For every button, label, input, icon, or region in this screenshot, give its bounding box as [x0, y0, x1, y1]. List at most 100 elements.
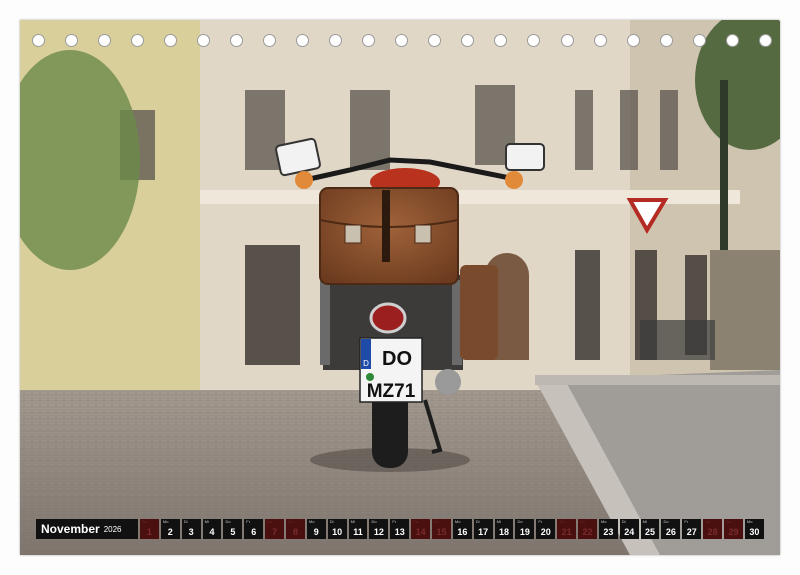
plate-line-1: DO: [382, 348, 412, 370]
weekday-abbrev: So: [142, 519, 147, 524]
binding-hole: [494, 34, 508, 47]
calendar-day: Sa 28: [703, 519, 723, 539]
day-number: 11: [353, 527, 363, 537]
calendar-day: Mi 25: [640, 519, 660, 539]
weekday-abbrev: Do: [517, 519, 523, 524]
binding-holes: [32, 34, 772, 50]
day-number: 4: [209, 527, 215, 537]
day-number: 5: [230, 527, 236, 537]
street-scene-illustration: D DO MZ71: [20, 20, 780, 555]
weekday-abbrev: Mi: [642, 519, 647, 524]
day-number: 15: [436, 527, 447, 537]
weekday-abbrev: Mi: [350, 519, 355, 524]
weekday-abbrev: Mi: [496, 519, 501, 524]
day-number: 9: [313, 527, 319, 537]
month-label: November 2026: [36, 519, 138, 539]
day-number: 20: [540, 527, 551, 537]
weekday-abbrev: Di: [621, 519, 626, 524]
weekday-abbrev: Do: [663, 519, 669, 524]
calendar-day: Sa 21: [557, 519, 577, 539]
binding-hole: [263, 34, 277, 47]
day-number: 21: [561, 527, 572, 537]
day-number: 17: [478, 527, 489, 537]
weekday-abbrev: Fr: [246, 519, 251, 524]
calendar-day: Mo 16: [452, 519, 472, 539]
binding-hole: [362, 34, 376, 47]
calendar-day: Do 19: [515, 519, 535, 539]
calendar-day: Di 3: [181, 519, 201, 539]
binding-hole: [230, 34, 244, 47]
binding-hole: [527, 34, 541, 47]
calendar-day: So 8: [286, 519, 305, 539]
day-number: 7: [272, 527, 278, 537]
weekday-abbrev: Di: [329, 519, 334, 524]
calendar-day: Mo 30: [744, 519, 764, 539]
weekday-abbrev: Mo: [308, 519, 315, 524]
calendar-day: Mo 9: [306, 519, 326, 539]
binding-hole: [164, 34, 178, 47]
weekday-abbrev: So: [580, 519, 585, 524]
weekday-abbrev: So: [288, 519, 293, 524]
day-number: 2: [167, 527, 173, 537]
day-number: 10: [332, 527, 343, 537]
binding-hole: [131, 34, 145, 47]
binding-hole: [626, 34, 640, 47]
day-number: 19: [519, 527, 530, 537]
weekday-abbrev: Do: [225, 519, 231, 524]
weekday-abbrev: Di: [475, 519, 480, 524]
weekday-abbrev: Mo: [600, 519, 607, 524]
binding-hole: [461, 34, 475, 47]
weekday-abbrev: Mo: [454, 519, 461, 524]
binding-hole: [32, 34, 45, 47]
day-number: 28: [707, 527, 718, 537]
day-number: 13: [394, 527, 405, 537]
binding-hole: [560, 34, 574, 47]
calendar-day: So 29: [724, 519, 743, 539]
day-number: 14: [415, 527, 426, 537]
weekday-abbrev: Sa: [559, 519, 565, 524]
weekday-abbrev: Di: [183, 519, 188, 524]
month-year: 2026: [103, 524, 122, 534]
license-plate: D DO MZ71: [359, 337, 423, 403]
binding-hole: [296, 34, 310, 47]
calendar-day: Mi 11: [348, 519, 368, 539]
weekday-abbrev: Fr: [392, 519, 397, 524]
weekday-abbrev: Fr: [538, 519, 543, 524]
calendar-day: So 15: [432, 519, 451, 539]
calendar-day: Mi 18: [494, 519, 514, 539]
calendar-day: Mi 4: [202, 519, 222, 539]
weekday-abbrev: Sa: [705, 519, 711, 524]
day-number: 23: [603, 527, 614, 537]
calendar-day: Do 5: [223, 519, 243, 539]
calendar-day: Fr 6: [244, 519, 264, 539]
day-number: 6: [251, 527, 257, 537]
calendar-day: Sa 7: [265, 519, 285, 539]
calendar-day: So 22: [578, 519, 597, 539]
binding-hole: [692, 34, 706, 47]
binding-hole: [593, 34, 607, 47]
day-number: 26: [665, 527, 676, 537]
month-name: November: [41, 522, 100, 536]
day-number: 29: [728, 527, 739, 537]
day-number: 22: [582, 527, 593, 537]
calendar-day: Mo 2: [160, 519, 180, 539]
calendar-day: Di 24: [619, 519, 639, 539]
day-number: 1: [146, 527, 152, 537]
day-number: 25: [645, 527, 656, 537]
calendar-page: D DO MZ71 November 2026 So 1 Mo 2 Di 3 Mi 4 Do 5 F…: [0, 0, 800, 575]
binding-hole: [758, 34, 772, 47]
calendar-day: Di 17: [473, 519, 493, 539]
calendar-day: Sa 14: [411, 519, 431, 539]
binding-hole: [65, 34, 79, 47]
day-number: 12: [373, 527, 384, 537]
weekday-abbrev: Mo: [746, 519, 753, 524]
weekday-abbrev: Fr: [684, 519, 689, 524]
day-number: 27: [686, 527, 697, 537]
binding-hole: [98, 34, 112, 47]
day-number: 3: [188, 527, 194, 537]
weekday-abbrev: Sa: [267, 519, 273, 524]
calendar-day: Do 26: [661, 519, 681, 539]
binding-hole: [659, 34, 673, 47]
day-number: 24: [624, 527, 635, 537]
plate-country: D: [363, 359, 369, 368]
